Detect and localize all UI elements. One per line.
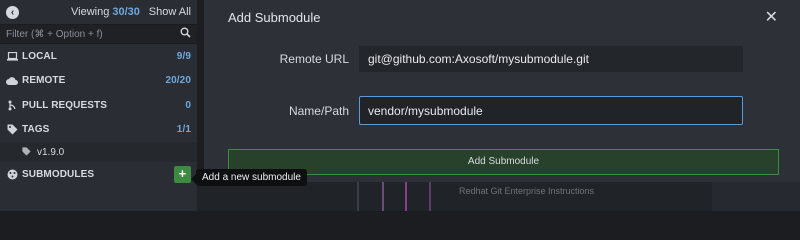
commit-graph-background: Redhat Git Enterprise Instructions <box>197 182 800 211</box>
graph-line <box>405 182 407 211</box>
remote-url-field[interactable] <box>359 46 743 72</box>
remote-url-label: Remote URL <box>279 52 349 66</box>
tag-item-icon <box>22 146 31 158</box>
name-path-label: Name/Path <box>288 104 349 118</box>
sidebar-section-submodules[interactable]: SUBMODULES + <box>0 162 197 187</box>
section-label-submodules: SUBMODULES <box>22 168 95 180</box>
sidebar-section-remote[interactable]: REMOTE 20/20 <box>0 69 197 94</box>
add-submodule-submit-button[interactable]: Add Submodule <box>228 149 779 175</box>
sidebar: ‹ Viewing 30/30 Show All LOCAL 9/9 REMOT… <box>0 0 197 211</box>
add-submodule-button[interactable]: + <box>174 165 191 183</box>
section-count-tags: 1/1 <box>176 124 191 136</box>
sidebar-section-local[interactable]: LOCAL 9/9 <box>0 44 197 69</box>
name-path-field[interactable] <box>359 96 743 125</box>
add-submodule-dialog: Add Submodule ✕ Remote URL Name/Path Add… <box>204 0 800 182</box>
background-panel <box>712 182 800 211</box>
add-submodule-tooltip: Add a new submodule <box>191 169 307 186</box>
viewing-count: 30/30 <box>112 6 140 18</box>
submodule-icon <box>6 169 18 180</box>
graph-line <box>429 182 431 211</box>
section-label-tags: TAGS <box>22 124 50 136</box>
graph-line <box>357 182 359 211</box>
section-label-local: LOCAL <box>22 50 57 62</box>
viewing-indicator: Viewing 30/30 <box>71 6 140 18</box>
viewing-label: Viewing <box>71 6 110 18</box>
sidebar-topbar: ‹ Viewing 30/30 Show All <box>0 0 197 24</box>
back-arrow-icon[interactable]: ‹ <box>6 5 19 19</box>
tag-item-label: v1.9.0 <box>37 146 65 158</box>
show-all-button[interactable]: Show All <box>149 6 191 18</box>
section-count-local: 9/9 <box>176 50 191 62</box>
laptop-icon <box>6 51 18 61</box>
search-icon[interactable] <box>180 27 191 41</box>
graph-line <box>382 182 384 211</box>
pull-request-icon <box>6 100 18 111</box>
section-count-pull-requests: 0 <box>185 99 191 111</box>
tag-icon <box>6 124 18 135</box>
filter-input[interactable] <box>6 28 180 40</box>
filter-bar <box>0 24 197 44</box>
section-count-remote: 20/20 <box>165 75 191 87</box>
sidebar-section-tags[interactable]: TAGS 1/1 <box>0 118 197 143</box>
close-icon[interactable]: ✕ <box>765 7 778 27</box>
tag-item[interactable]: v1.9.0 <box>0 142 197 162</box>
section-label-pull-requests: PULL REQUESTS <box>22 99 108 111</box>
dialog-title: Add Submodule <box>228 10 321 25</box>
section-label-remote: REMOTE <box>22 75 66 87</box>
background-commit-text: Redhat Git Enterprise Instructions <box>459 186 595 196</box>
cloud-icon <box>6 76 18 85</box>
sidebar-section-pull-requests[interactable]: PULL REQUESTS 0 <box>0 93 197 118</box>
